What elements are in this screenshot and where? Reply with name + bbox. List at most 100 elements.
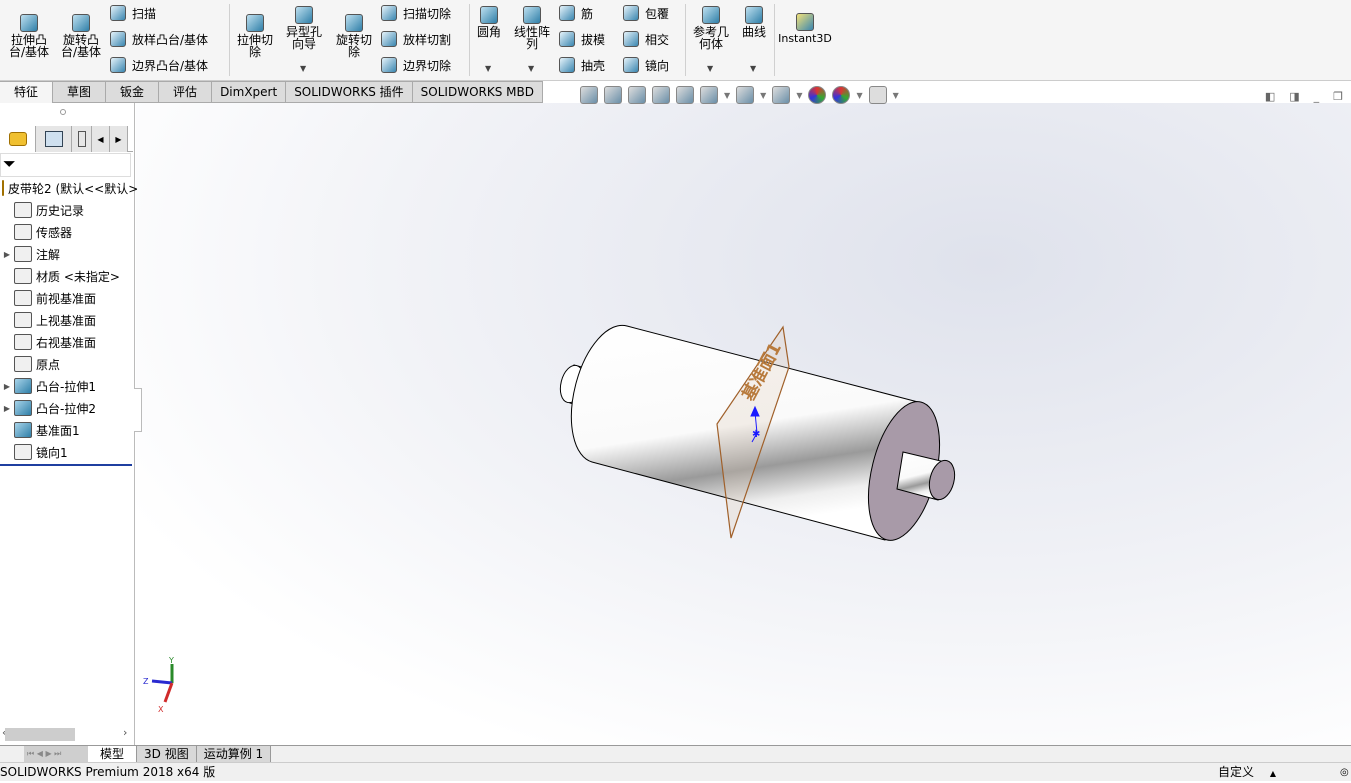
view-orientation-icon[interactable]	[700, 86, 718, 104]
tree-item-label: 历史记录	[36, 203, 85, 218]
curves-button[interactable]: 曲线	[738, 6, 770, 38]
draft-button[interactable]: 拔模	[559, 30, 605, 48]
instant3d-button[interactable]: Instant3D	[778, 13, 832, 45]
display-style-icon[interactable]	[736, 86, 755, 104]
tab-sheet-metal[interactable]: 钣金	[106, 81, 160, 103]
rollback-bar[interactable]	[0, 464, 132, 466]
tree-item[interactable]: 传感器	[0, 221, 133, 243]
tab-mbd[interactable]: SOLIDWORKS MBD	[412, 81, 543, 103]
sweep-button[interactable]: 扫描	[110, 4, 156, 22]
hide-show-items-icon[interactable]	[772, 86, 791, 104]
tab-dimxpert[interactable]: DimXpert	[212, 81, 287, 103]
fillet-dropdown-icon[interactable]: ▼	[485, 64, 491, 73]
intersect-button[interactable]: 相交	[623, 30, 669, 48]
tree-item[interactable]: 右视基准面	[0, 331, 133, 353]
mirror-icon	[623, 57, 639, 73]
tree-item[interactable]: 镜向1	[0, 441, 133, 463]
section-view-icon[interactable]	[652, 86, 670, 104]
shell-button[interactable]: 抽壳	[559, 56, 605, 74]
tree-item-label: 镜向1	[36, 445, 68, 460]
panel-collapse-handle[interactable]	[134, 388, 142, 432]
tab-evaluate[interactable]: 评估	[159, 81, 213, 103]
shell-icon	[559, 57, 575, 73]
revolve-cut-button[interactable]: 旋转切除	[332, 14, 376, 58]
zoom-to-fit-icon[interactable]	[580, 86, 598, 104]
mirror-button[interactable]: 镜向	[623, 56, 669, 74]
unit-system-selector[interactable]: 自定义 ▲	[1218, 763, 1276, 783]
swept-cut-button[interactable]: 扫描切除	[381, 4, 451, 22]
restore-icon[interactable]: ❐	[1333, 90, 1343, 103]
tab-sketch[interactable]: 草图	[53, 81, 107, 103]
lofted-cut-icon	[381, 31, 397, 47]
pattern-dropdown-icon[interactable]: ▼	[528, 64, 534, 73]
boundary-icon	[110, 57, 126, 73]
curves-dropdown-icon[interactable]: ▼	[750, 64, 756, 73]
extrude-boss-button[interactable]: 拉伸凸台/基体	[6, 14, 52, 58]
expand-arrow-icon[interactable]: ▶	[0, 382, 14, 391]
tab-3d-views[interactable]: 3D 视图	[137, 746, 197, 762]
dynamic-annotation-icon[interactable]	[676, 86, 694, 104]
svg-text:✱: ✱	[752, 429, 760, 440]
previous-view-icon[interactable]	[628, 86, 646, 104]
tree-item[interactable]: ▶ 凸台-拉伸1	[0, 375, 133, 397]
feature-manager-tab[interactable]	[0, 126, 36, 152]
linear-pattern-button[interactable]: 线性阵列	[510, 6, 554, 50]
panel-grip-icon[interactable]	[60, 109, 66, 115]
tree-root[interactable]: 皮带轮2 (默认<<默认>	[0, 177, 138, 199]
extrude-cut-button[interactable]: 拉伸切除	[234, 14, 276, 58]
tree-item[interactable]: 前视基准面	[0, 287, 133, 309]
tab-navigation-arrows[interactable]: ⏮ ◀ ▶ ⏭	[24, 746, 88, 762]
ref-geometry-dropdown-icon[interactable]: ▼	[707, 64, 713, 73]
hole-wizard-icon	[295, 6, 313, 24]
tree-item[interactable]: 历史记录	[0, 199, 133, 221]
plane-icon	[14, 290, 32, 306]
tab-addins[interactable]: SOLIDWORKS 插件	[286, 81, 413, 103]
config-icon	[77, 131, 86, 147]
tile-left-icon[interactable]: ◧	[1265, 90, 1275, 103]
expand-arrow-icon[interactable]: ▶	[0, 250, 14, 259]
property-list-icon	[44, 131, 63, 147]
loft-boss-button[interactable]: 放样凸台/基体	[110, 30, 208, 48]
hole-wizard-dropdown-icon[interactable]: ▼	[300, 64, 306, 73]
scroll-thumb[interactable]	[5, 728, 75, 741]
curves-icon	[745, 6, 763, 24]
expand-arrow-icon[interactable]: ▶	[0, 404, 14, 413]
tree-item[interactable]: 原点	[0, 353, 133, 375]
edit-appearance-icon[interactable]	[808, 86, 827, 104]
model-view: 基准面1 ✱ Y Z X	[143, 324, 956, 714]
filter-icon: ⏷	[3, 154, 16, 173]
wrap-button[interactable]: 包覆	[623, 4, 669, 22]
tabs-scroll-left[interactable]: ◀	[92, 126, 110, 152]
fillet-button[interactable]: 圆角	[474, 6, 504, 38]
tab-model[interactable]: 模型	[88, 746, 138, 762]
help-icon[interactable]: ◎	[1340, 763, 1349, 782]
rib-button[interactable]: 筋	[559, 4, 593, 22]
boundary-cut-button[interactable]: 边界切除	[381, 56, 451, 74]
panel-horizontal-scrollbar[interactable]: ‹›	[0, 726, 134, 744]
linear-pattern-icon	[523, 6, 541, 24]
property-manager-tab[interactable]	[36, 126, 72, 152]
tab-features[interactable]: 特征	[0, 81, 54, 103]
tree-item[interactable]: 上视基准面	[0, 309, 133, 331]
tree-item[interactable]: 材质 <未指定>	[0, 265, 133, 287]
scroll-right-icon[interactable]: ›	[123, 726, 127, 739]
tab-motion-study[interactable]: 运动算例 1	[196, 746, 272, 762]
hole-wizard-button[interactable]: 异型孔向导	[282, 6, 326, 50]
minimize-icon[interactable]: _	[1314, 90, 1320, 103]
reference-geometry-button[interactable]: 参考几何体	[690, 6, 732, 50]
tile-right-icon[interactable]: ◨	[1289, 90, 1299, 103]
zoom-to-area-icon[interactable]	[604, 86, 622, 104]
apply-scene-icon[interactable]	[832, 86, 851, 104]
tree-item[interactable]: ▶ 凸台-拉伸2	[0, 397, 133, 419]
configuration-manager-tab[interactable]	[72, 126, 92, 152]
divider	[229, 4, 230, 76]
tree-filter[interactable]: ⏷	[0, 153, 131, 177]
lofted-cut-button[interactable]: 放样切割	[381, 30, 451, 48]
view-settings-icon[interactable]	[868, 86, 887, 104]
tree-item[interactable]: 基准面1	[0, 419, 133, 441]
tree-item[interactable]: ▶ 注解	[0, 243, 133, 265]
graphics-area[interactable]: 基准面1 ✱ Y Z X	[136, 103, 1351, 745]
boundary-boss-button[interactable]: 边界凸台/基体	[110, 56, 208, 74]
revolve-boss-button[interactable]: 旋转凸台/基体	[58, 14, 104, 58]
tabs-scroll-right[interactable]: ▶	[110, 126, 128, 152]
